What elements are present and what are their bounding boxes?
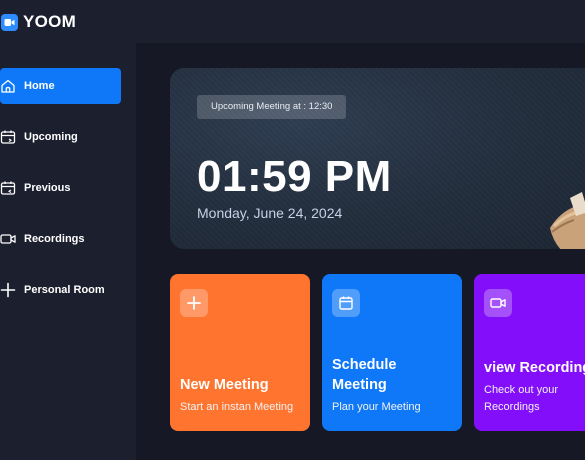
app-name: YOOM [23, 12, 77, 31]
calendar-previous-icon [0, 180, 24, 196]
sidebar-item-label: Personal Room [24, 284, 105, 296]
sidebar-item-label: Upcoming [24, 131, 78, 143]
calendar-icon [332, 289, 360, 317]
upcoming-meeting-badge: Upcoming Meeting at : 12:30 [197, 95, 347, 119]
new-meeting-card[interactable]: New Meeting Start an instan Meeting [170, 274, 310, 431]
sidebar-item-upcoming[interactable]: Upcoming [0, 119, 121, 155]
sidebar: Home Upcoming Previous Recordings Person… [0, 43, 136, 460]
plus-icon [180, 289, 208, 317]
main-content: Upcoming Meeting at : 12:30 01:59 PM Mon… [136, 43, 585, 460]
view-recordings-card[interactable]: view Recordings Check out your Recording… [474, 274, 585, 431]
card-title: view Recordings [484, 360, 585, 376]
sidebar-item-label: Recordings [24, 233, 85, 245]
card-title: New Meeting [180, 377, 269, 393]
card-subtitle: Start an instan Meeting [180, 401, 294, 413]
card-title: Schedule Meeting [332, 357, 397, 393]
video-icon [0, 231, 24, 247]
current-time: 01:59 PM [197, 152, 392, 201]
sidebar-item-home[interactable]: Home [0, 68, 121, 104]
logo-icon [1, 13, 18, 31]
sidebar-item-label: Home [24, 80, 55, 92]
current-date: Monday, June 24, 2024 [197, 205, 343, 221]
video-icon [484, 289, 512, 317]
sidebar-item-recordings[interactable]: Recordings [0, 221, 121, 257]
sidebar-item-previous[interactable]: Previous [0, 170, 121, 206]
hero-banner: Upcoming Meeting at : 12:30 01:59 PM Mon… [170, 68, 585, 249]
hero-illustration [550, 192, 585, 249]
plus-icon [0, 282, 24, 298]
card-subtitle: Plan your Meeting [332, 401, 421, 413]
sidebar-item-personal-room[interactable]: Personal Room [0, 272, 121, 308]
card-subtitle: Check out your Recordings [484, 384, 558, 413]
schedule-meeting-card[interactable]: Schedule Meeting Plan your Meeting [322, 274, 462, 431]
home-icon [0, 78, 24, 94]
calendar-upcoming-icon [0, 129, 24, 145]
app-logo[interactable]: YOOM [1, 12, 76, 32]
top-bar: YOOM [0, 0, 585, 43]
sidebar-item-label: Previous [24, 182, 71, 194]
